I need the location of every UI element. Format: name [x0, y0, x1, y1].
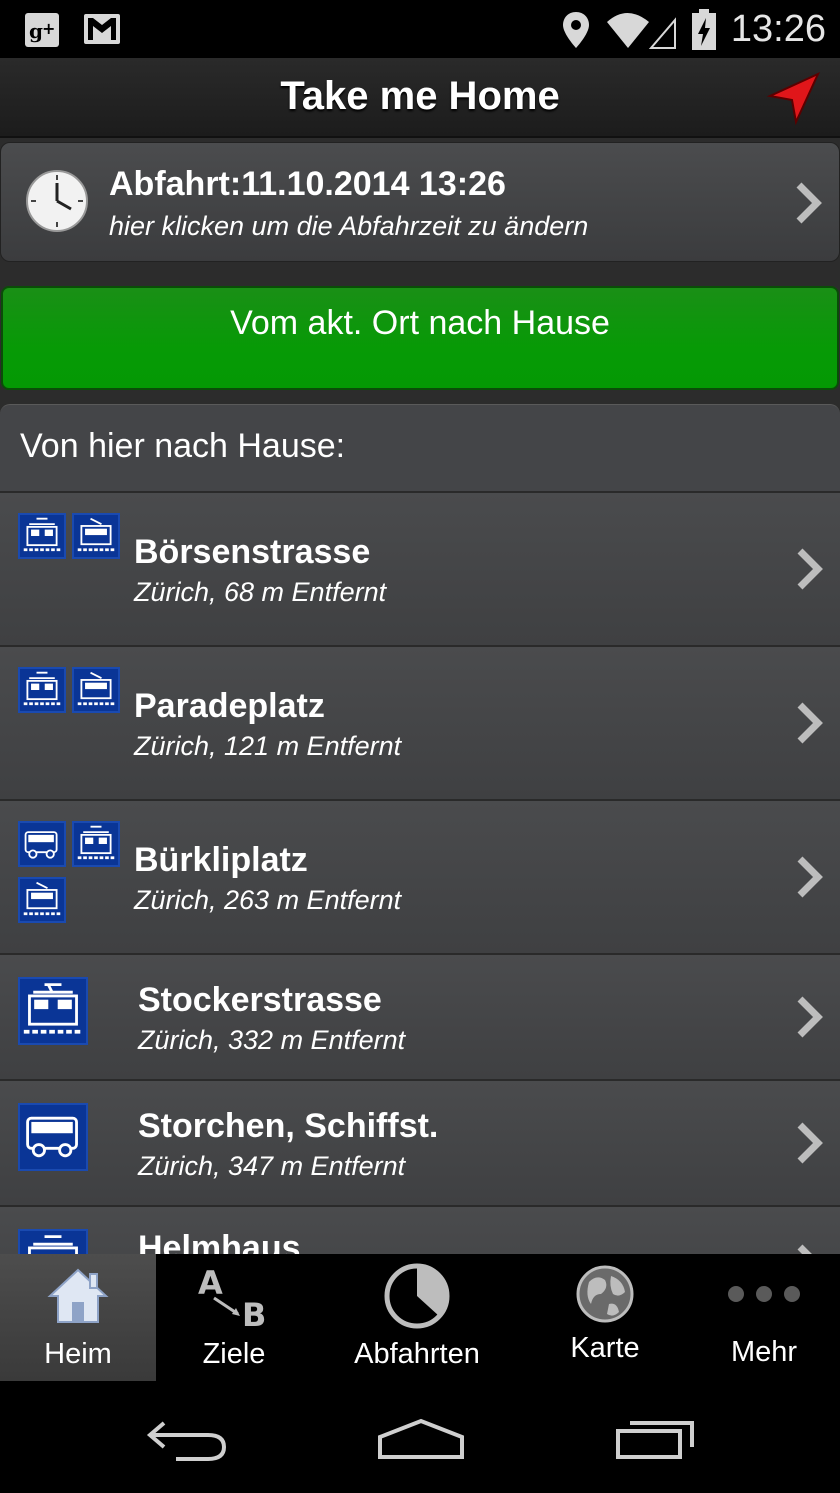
gmail-icon	[84, 14, 120, 44]
station-row[interactable]: Stockerstrasse Zürich, 332 m Entfernt	[0, 953, 840, 1079]
nav-abfahrten[interactable]: Abfahrten	[312, 1254, 522, 1381]
stations-panel: Von hier nach Hause: Börsenstrasse Züric…	[0, 404, 840, 1254]
nav-karte[interactable]: Karte	[522, 1254, 688, 1381]
bus-icon	[18, 1103, 88, 1171]
departure-title: Abfahrt:11.10.2014 13:26	[109, 165, 506, 203]
tram-icon	[72, 821, 120, 867]
svg-text:A: A	[198, 1264, 223, 1302]
chevron-right-icon	[797, 702, 823, 744]
tram-icon	[18, 977, 88, 1045]
station-distance: Zürich, 332 m Entfernt	[138, 1025, 406, 1055]
departure-subtitle: hier klicken um die Abfahrzeit zu ändern	[109, 211, 589, 241]
nav-heim[interactable]: Heim	[0, 1254, 156, 1381]
station-row[interactable]: Storchen, Schiffst. Zürich, 347 m Entfer…	[0, 1079, 840, 1205]
nav-label: Ziele	[202, 1338, 266, 1370]
go-home-label: Vom akt. Ort nach Hause	[230, 304, 610, 342]
location-icon	[562, 11, 589, 48]
station-distance: Zürich, 263 m Entfernt	[134, 885, 402, 915]
tram-icon	[18, 667, 66, 713]
tram-icon	[18, 513, 66, 559]
station-name: Paradeplatz	[134, 687, 325, 725]
chevron-right-icon	[797, 1244, 812, 1254]
chevron-right-icon	[796, 182, 822, 224]
app-title: Take me Home	[280, 74, 560, 118]
station-distance: Zürich, 121 m Entfernt	[134, 731, 402, 761]
nav-label: Heim	[44, 1338, 112, 1370]
clock-icon	[26, 170, 88, 232]
svg-text:g: g	[29, 19, 43, 43]
nav-label: Mehr	[730, 1336, 798, 1368]
station-row[interactable]: Helmhaus	[0, 1205, 840, 1254]
recents-icon[interactable]	[614, 1417, 698, 1461]
google-plus-icon: g +	[25, 13, 59, 47]
go-home-button[interactable]: Vom akt. Ort nach Hause	[1, 286, 839, 390]
nav-mehr[interactable]: Mehr	[688, 1254, 840, 1381]
station-distance: Zürich, 347 m Entfernt	[138, 1151, 406, 1181]
back-icon[interactable]	[146, 1417, 228, 1461]
home-icon	[47, 1268, 109, 1323]
a-to-b-icon: A B	[198, 1264, 266, 1330]
bus-icon	[18, 821, 66, 867]
tram-icon	[18, 1229, 88, 1254]
stations-header: Von hier nach Hause:	[20, 427, 346, 465]
status-time: 13:26	[730, 8, 826, 50]
station-row[interactable]: Bürkliplatz Zürich, 263 m Entfernt	[0, 799, 840, 953]
departures-clock-icon	[384, 1263, 450, 1329]
chevron-right-icon	[797, 996, 823, 1038]
station-row[interactable]: Börsenstrasse Zürich, 68 m Entfernt	[0, 491, 840, 645]
station-name: Stockerstrasse	[138, 981, 382, 1019]
nav-ziele[interactable]: A B Ziele	[156, 1254, 312, 1381]
wifi-icon	[606, 12, 676, 49]
bottom-navigation: Heim A B Ziele Abfahrten Karte Mehr	[0, 1254, 840, 1381]
station-name: Börsenstrasse	[134, 533, 371, 571]
action-bar: Take me Home	[0, 58, 840, 138]
chevron-right-icon	[797, 1122, 823, 1164]
station-name: Storchen, Schiffst.	[138, 1107, 439, 1145]
chevron-right-icon	[797, 548, 823, 590]
location-arrow-icon[interactable]	[766, 70, 822, 126]
more-dots-icon	[728, 1286, 800, 1302]
tram-icon	[18, 877, 66, 923]
station-distance: Zürich, 68 m Entfernt	[134, 577, 387, 607]
app-root: g + 13:26 Take me Home Abfahrt:11.10.201…	[0, 0, 840, 1493]
nav-label: Karte	[570, 1332, 640, 1364]
station-name: Bürkliplatz	[134, 841, 308, 879]
battery-charging-icon	[691, 8, 716, 50]
system-navigation-bar	[0, 1381, 840, 1493]
station-name: Helmhaus	[138, 1229, 301, 1254]
chevron-right-icon	[797, 856, 823, 898]
tram-icon	[72, 513, 120, 559]
tram-icon	[72, 667, 120, 713]
svg-text:B: B	[242, 1296, 266, 1330]
departure-time-row[interactable]: Abfahrt:11.10.2014 13:26 hier klicken um…	[0, 142, 840, 262]
home-outline-icon[interactable]	[376, 1417, 466, 1461]
nav-label: Abfahrten	[354, 1338, 480, 1370]
status-bar: g + 13:26	[0, 0, 840, 58]
content-area: Abfahrt:11.10.2014 13:26 hier klicken um…	[0, 138, 840, 1254]
globe-icon	[576, 1265, 634, 1323]
svg-text:+: +	[42, 19, 55, 38]
station-row[interactable]: Paradeplatz Zürich, 121 m Entfernt	[0, 645, 840, 799]
